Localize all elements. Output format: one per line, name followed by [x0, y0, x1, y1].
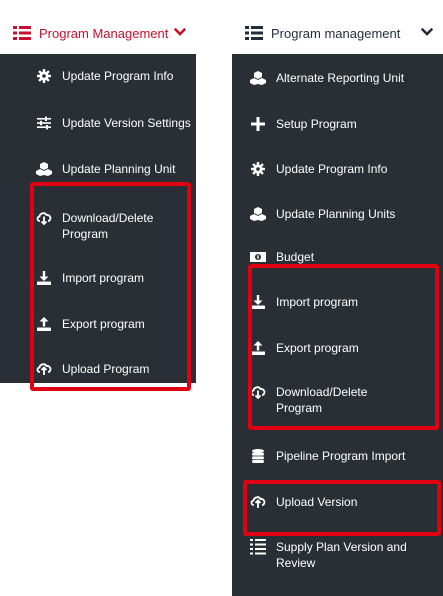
- list-icon: [245, 25, 263, 41]
- menu-item-export-program[interactable]: Export program: [232, 340, 443, 356]
- chevron-down-icon[interactable]: [421, 26, 433, 38]
- menu-item-import-program[interactable]: Import program: [232, 294, 443, 310]
- menu-item-export-program[interactable]: Export program: [0, 316, 196, 332]
- download-icon: [36, 271, 52, 285]
- menu-title: Program Management: [39, 25, 169, 41]
- sliders-icon: [36, 116, 52, 130]
- cubes-icon: [250, 71, 266, 85]
- menu-item-update-planning-unit[interactable]: Update Planning Unit: [0, 161, 196, 177]
- cubes-icon: [36, 162, 52, 176]
- menu-item-label: Upload Version: [276, 495, 358, 509]
- menu-item-download-delete-program[interactable]: Download/Delete Program: [232, 384, 443, 416]
- money-icon: [250, 250, 266, 264]
- list-icon: [250, 539, 266, 555]
- menu-item-budget[interactable]: Budget: [232, 249, 443, 265]
- menu-item-pipeline-program-import[interactable]: Pipeline Program Import: [232, 448, 443, 464]
- menu-item-supply-plan-version-review[interactable]: Supply Plan Version and Review: [232, 539, 443, 571]
- right-sidebar: Program management Alternate Reporting U…: [232, 12, 443, 596]
- menu-item-update-program-info[interactable]: Update Program Info: [232, 161, 443, 177]
- chevron-down-icon[interactable]: [174, 26, 186, 38]
- gear-icon: [250, 162, 266, 176]
- menu-title: Program management: [271, 25, 401, 41]
- menu-item-label: Update Planning Units: [276, 207, 396, 221]
- menu-item-label: Update Program Info: [276, 162, 388, 176]
- cloud-download-icon: [36, 211, 52, 225]
- menu-item-update-program-info[interactable]: Update Program Info: [0, 68, 196, 84]
- program-management-header[interactable]: Program management: [232, 12, 443, 54]
- upload-icon: [250, 341, 266, 355]
- menu-item-label: Update Planning Unit: [62, 162, 176, 176]
- menu-item-label: Import program: [276, 295, 359, 309]
- menu-item-alternate-reporting-unit[interactable]: Alternate Reporting Unit: [232, 70, 443, 86]
- menu-item-update-version-settings[interactable]: Update Version Settings: [0, 115, 196, 131]
- menu-item-label: Setup Program: [276, 117, 357, 131]
- menu-item-label: Budget: [276, 250, 315, 264]
- menu-item-label: Pipeline Program Import: [276, 449, 406, 463]
- menu-item-label: Upload Program: [62, 362, 150, 376]
- cloud-download-icon: [250, 385, 266, 399]
- download-icon: [250, 295, 266, 309]
- menu-item-label: Supply Plan Version and Review: [276, 540, 407, 570]
- menu-item-label: Export program: [276, 341, 359, 355]
- menu-item-label: Import program: [62, 271, 145, 285]
- database-icon: [250, 449, 266, 463]
- list-icon: [13, 25, 31, 41]
- cloud-upload-icon: [36, 362, 52, 376]
- menu-item-import-program[interactable]: Import program: [0, 270, 196, 286]
- program-management-header[interactable]: Program Management: [0, 12, 196, 54]
- menu-item-upload-program[interactable]: Upload Program: [0, 361, 196, 377]
- cubes-icon: [250, 207, 266, 221]
- menu-item-label: Export program: [62, 317, 145, 331]
- menu-item-setup-program[interactable]: Setup Program: [232, 116, 443, 132]
- upload-icon: [36, 317, 52, 331]
- menu-item-label: Alternate Reporting Unit: [276, 71, 405, 85]
- menu-item-label: Download/Delete Program: [276, 385, 368, 415]
- menu-item-download-delete-program[interactable]: Download/Delete Program: [0, 210, 196, 242]
- menu-item-label: Update Version Settings: [62, 116, 191, 130]
- plus-icon: [250, 117, 266, 131]
- left-sidebar: Program Management Update Program Info U…: [0, 12, 196, 383]
- menu-item-upload-version[interactable]: Upload Version: [232, 494, 443, 510]
- menu-item-label: Update Program Info: [62, 69, 174, 83]
- gear-icon: [36, 69, 52, 83]
- cloud-upload-icon: [250, 495, 266, 509]
- menu-item-label: Download/Delete Program: [62, 211, 154, 241]
- menu-item-update-planning-units[interactable]: Update Planning Units: [232, 206, 443, 222]
